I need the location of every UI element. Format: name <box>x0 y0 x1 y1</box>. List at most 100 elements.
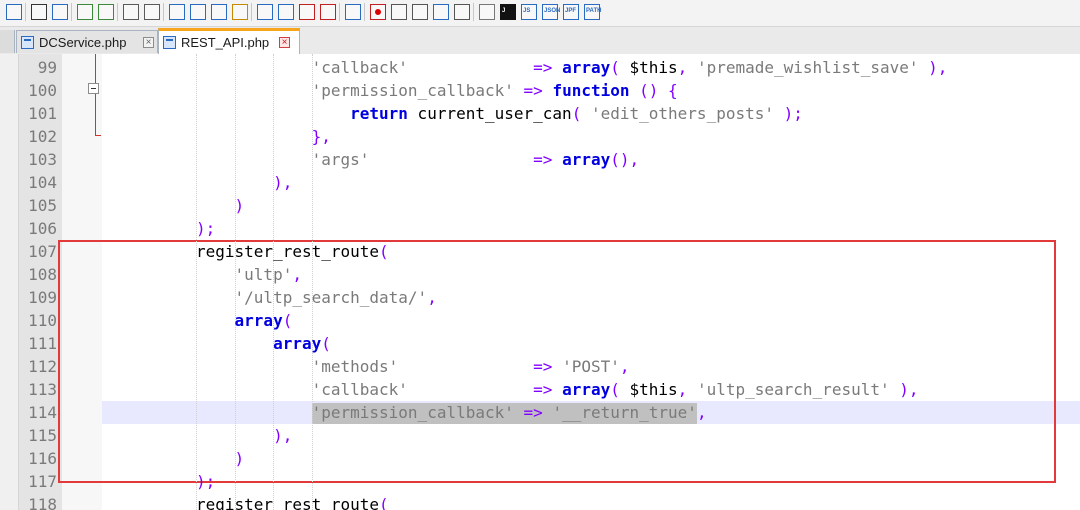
toolbar-separator <box>117 3 118 21</box>
filter-icon-glyph <box>479 4 495 20</box>
filter-icon[interactable] <box>479 4 495 20</box>
jpf-icon[interactable]: JPF <box>563 4 579 20</box>
line-number: 114 <box>28 403 57 422</box>
code-line[interactable]: ) <box>119 447 245 470</box>
close-tab-icon[interactable]: × <box>143 37 154 48</box>
keyword-token: array <box>562 150 611 169</box>
tab-rest-api[interactable]: REST_API.php × <box>158 28 300 54</box>
code-editor[interactable]: 99 'callback' => array( $this, 'premade_… <box>0 54 1080 510</box>
punctuation-token: ( <box>610 58 620 77</box>
fold-collapse-icon[interactable] <box>88 83 99 94</box>
jslint-icon[interactable]: J <box>500 4 516 20</box>
toolbar-mini-label: JSON <box>544 8 561 14</box>
code-line[interactable]: ) <box>119 194 245 217</box>
tab-dcservice[interactable]: DCService.php × <box>16 30 158 53</box>
stop-macro-icon[interactable] <box>391 4 407 20</box>
record-macro-icon[interactable] <box>370 4 386 20</box>
folder-icon[interactable] <box>320 4 336 20</box>
code-line[interactable]: array( <box>119 309 293 332</box>
folder-icon-glyph <box>320 4 336 20</box>
code-line[interactable]: register_rest_route( <box>119 493 389 510</box>
string-token: 'args' <box>311 150 370 169</box>
code-line[interactable]: '/ultp_search_data/', <box>119 286 437 309</box>
sync-v-icon[interactable] <box>123 4 139 20</box>
code-line[interactable]: ); <box>119 217 215 240</box>
toolbar-mini-label: PATH <box>586 8 602 14</box>
line-number: 113 <box>28 380 57 399</box>
code-line[interactable]: register_rest_route( <box>119 240 389 263</box>
tab-scroll-edge[interactable] <box>0 30 15 53</box>
run-macro-multiple-icon[interactable] <box>433 4 449 20</box>
json-tree-icon[interactable]: JS <box>521 4 537 20</box>
string-token: 'permission_callback' <box>311 403 514 422</box>
punctuation-token: ) <box>234 196 245 215</box>
code-line[interactable]: ), <box>119 424 292 447</box>
find-replace-icon[interactable] <box>52 4 68 20</box>
show-all-chars-icon[interactable] <box>190 4 206 20</box>
folder-workspace-icon[interactable] <box>278 4 294 20</box>
jslint-icon-glyph: J <box>500 4 516 20</box>
punctuation-token: => <box>533 150 553 169</box>
close-tab-icon[interactable]: × <box>279 37 290 48</box>
code-line[interactable]: 'callback' => array( $this, 'premade_wis… <box>119 56 948 79</box>
code-line[interactable]: 'callback' => array( $this, 'ultp_search… <box>119 378 919 401</box>
keyword-token: array <box>562 380 611 399</box>
punctuation-token: ( <box>379 242 389 261</box>
code-line[interactable]: return current_user_can( 'edit_others_po… <box>119 102 803 125</box>
fold-marker-line <box>95 54 96 83</box>
zoom-out-icon[interactable] <box>98 4 114 20</box>
doc-map-icon-glyph <box>232 4 248 20</box>
keyword-token: return <box>350 104 408 123</box>
word-wrap-icon[interactable] <box>169 4 185 20</box>
code-line[interactable]: }, <box>119 125 331 148</box>
find-replace-icon-glyph <box>52 4 68 20</box>
pdf-icon[interactable] <box>299 4 315 20</box>
play-macro-icon[interactable] <box>412 4 428 20</box>
bookmark-margin[interactable] <box>0 54 19 510</box>
code-line[interactable]: ), <box>119 171 292 194</box>
line-number: 111 <box>28 334 57 353</box>
zoom-in-icon[interactable] <box>77 4 93 20</box>
code-line[interactable]: 'args' => array(), <box>119 148 640 171</box>
replace-icon[interactable] <box>6 4 22 20</box>
punctuation-token: => <box>533 357 553 376</box>
code-line[interactable]: array( <box>119 332 331 355</box>
line-number: 103 <box>28 150 57 169</box>
save-macro-icon[interactable] <box>454 4 470 20</box>
monitor-icon[interactable] <box>345 4 361 20</box>
jsonviewer-icon[interactable]: JSON <box>542 4 561 20</box>
code-line[interactable]: 'permission_callback' => '__return_true'… <box>119 401 707 424</box>
code-line[interactable]: 'ultp', <box>119 263 302 286</box>
code-line[interactable]: 'methods' => 'POST', <box>119 355 630 378</box>
line-number: 117 <box>28 472 57 491</box>
punctuation-token: , <box>677 58 688 77</box>
toolbar-mini-label: JPF <box>565 8 577 14</box>
indent-guide-icon[interactable] <box>211 4 227 20</box>
code-line[interactable]: ); <box>119 470 215 493</box>
path-json-icon[interactable]: PATH <box>584 4 602 20</box>
binoculars-icon[interactable] <box>31 4 47 20</box>
doc-map-icon[interactable] <box>232 4 248 20</box>
string-token: 'callback' <box>311 58 408 77</box>
sync-h-icon[interactable] <box>144 4 160 20</box>
function-list-icon[interactable] <box>257 4 273 20</box>
code-line[interactable]: 'permission_callback' => function () { <box>119 79 678 102</box>
punctuation-token: => <box>523 403 543 422</box>
punctuation-token: ); <box>774 104 803 123</box>
code-token: register_rest_route <box>196 495 380 510</box>
